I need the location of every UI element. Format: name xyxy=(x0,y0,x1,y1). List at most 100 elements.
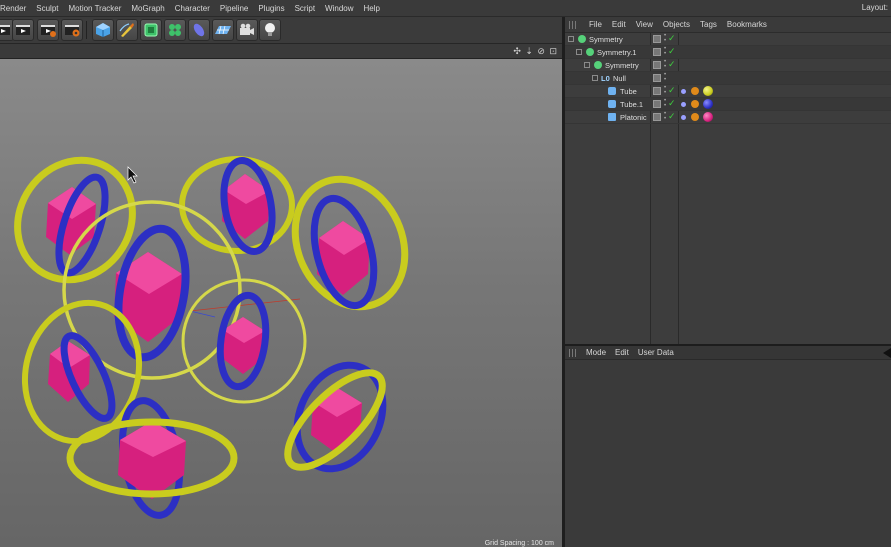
phong-tag-icon[interactable] xyxy=(691,87,699,95)
editor-render-dots-icon[interactable]: • • xyxy=(664,72,666,83)
phong-tag-icon[interactable] xyxy=(691,100,699,108)
symmetry-icon xyxy=(586,48,594,56)
tube-icon xyxy=(608,100,616,108)
panel-grip-icon[interactable] xyxy=(569,348,577,357)
menu-help[interactable]: Help xyxy=(359,4,385,13)
object-name[interactable]: Tube xyxy=(620,87,637,96)
tree-expand-icon[interactable] xyxy=(568,36,574,42)
menu-mograph[interactable]: MoGraph xyxy=(126,4,169,13)
camera-icon[interactable] xyxy=(236,19,258,41)
tree-expand-icon[interactable] xyxy=(592,75,598,81)
layer-visibility-icon[interactable] xyxy=(653,48,661,56)
texture-tag-icon[interactable] xyxy=(681,115,686,120)
material-tag-yellow-icon[interactable] xyxy=(703,86,713,96)
editor-render-dots-icon[interactable]: • • xyxy=(664,98,666,109)
object-manager-menubar: File Edit View Objects Tags Bookmarks xyxy=(565,17,891,33)
subdivision-surface-icon[interactable] xyxy=(140,19,162,41)
material-tag-magenta-icon[interactable] xyxy=(703,112,713,122)
layer-visibility-icon[interactable] xyxy=(653,100,661,108)
render-settings-icon[interactable] xyxy=(61,19,83,41)
enabled-check-icon[interactable]: ✓ xyxy=(668,98,676,109)
deformer-icon[interactable] xyxy=(188,19,210,41)
phong-tag-icon[interactable] xyxy=(691,113,699,121)
object-row-null[interactable]: L0 Null • • xyxy=(565,72,891,85)
editor-render-dots-icon[interactable]: • • xyxy=(664,59,666,70)
symmetry-clone-5[interactable] xyxy=(181,278,307,404)
layer-visibility-icon[interactable] xyxy=(653,61,661,69)
menu-sculpt[interactable]: Sculpt xyxy=(31,4,63,13)
editor-render-dots-icon[interactable]: • • xyxy=(664,33,666,44)
light-bulb-icon[interactable] xyxy=(259,19,281,41)
editor-render-dots-icon[interactable]: • • xyxy=(664,46,666,57)
cloner-icon[interactable] xyxy=(164,19,186,41)
history-back-arrow-icon[interactable] xyxy=(883,348,891,358)
object-row-tube-1[interactable]: Tube.1 • • ✓ xyxy=(565,98,891,111)
am-menu-mode[interactable]: Mode xyxy=(584,348,613,357)
symmetry-clone-3[interactable] xyxy=(275,161,425,325)
perspective-viewport[interactable]: Grid Spacing : 100 cm xyxy=(0,59,562,547)
enabled-check-icon[interactable]: ✓ xyxy=(668,33,676,44)
menu-pipeline[interactable]: Pipeline xyxy=(215,4,253,13)
texture-tag-icon[interactable] xyxy=(681,89,686,94)
symmetry-clone-8[interactable] xyxy=(273,351,399,483)
menu-motion-tracker[interactable]: Motion Tracker xyxy=(63,4,126,13)
om-menu-objects[interactable]: Objects xyxy=(659,20,696,29)
object-row-symmetry[interactable]: Symmetry • • ✓ xyxy=(565,33,891,46)
grid-spacing-label: Grid Spacing : 100 cm xyxy=(484,540,554,547)
render-view-icon[interactable] xyxy=(12,19,34,41)
menu-window[interactable]: Window xyxy=(320,4,358,13)
mouse-cursor-icon xyxy=(127,166,138,184)
attribute-manager: Mode Edit User Data xyxy=(565,346,891,547)
menu-character[interactable]: Character xyxy=(170,4,215,13)
null-icon: L0 xyxy=(601,74,610,83)
layer-visibility-icon[interactable] xyxy=(653,35,661,43)
render-picture-viewer-icon[interactable] xyxy=(37,19,59,41)
floor-grid-icon[interactable] xyxy=(212,19,234,41)
texture-tag-icon[interactable] xyxy=(681,102,686,107)
toolbar-separator xyxy=(86,21,87,39)
om-menu-view[interactable]: View xyxy=(632,20,659,29)
object-name[interactable]: Null xyxy=(613,74,626,83)
object-list: Symmetry • • ✓ Symmetry.1 • • ✓ Symmetry •… xyxy=(565,33,891,124)
material-tag-blue-icon[interactable] xyxy=(703,99,713,109)
layer-visibility-icon[interactable] xyxy=(653,113,661,121)
menu-render[interactable]: Render xyxy=(0,4,31,13)
am-menu-edit[interactable]: Edit xyxy=(613,348,636,357)
cube-icon[interactable] xyxy=(92,19,114,41)
editor-render-dots-icon[interactable]: • • xyxy=(664,85,666,96)
om-menu-tags[interactable]: Tags xyxy=(696,20,723,29)
layer-visibility-icon[interactable] xyxy=(653,87,661,95)
layout-selector[interactable]: Layout: xyxy=(862,3,888,12)
tube-icon xyxy=(608,87,616,95)
object-row-tube[interactable]: Tube • • ✓ xyxy=(565,85,891,98)
attribute-manager-menubar: Mode Edit User Data xyxy=(565,346,891,360)
enabled-check-icon[interactable]: ✓ xyxy=(668,111,676,122)
am-menu-user-data[interactable]: User Data xyxy=(636,348,681,357)
menu-plugins[interactable]: Plugins xyxy=(253,4,289,13)
om-menu-file[interactable]: File xyxy=(585,20,608,29)
object-row-symmetry-nested[interactable]: Symmetry • • ✓ xyxy=(565,59,891,72)
om-menu-edit[interactable]: Edit xyxy=(608,20,632,29)
editor-render-dots-icon[interactable]: • • xyxy=(664,111,666,122)
tree-expand-icon[interactable] xyxy=(576,49,582,55)
object-name[interactable]: Symmetry.1 xyxy=(597,48,636,57)
pen-spline-icon[interactable] xyxy=(116,19,138,41)
object-row-symmetry-1[interactable]: Symmetry.1 • • ✓ xyxy=(565,46,891,59)
menu-script[interactable]: Script xyxy=(290,4,320,13)
enabled-check-icon[interactable]: ✓ xyxy=(668,85,676,96)
main-menubar: Render Sculpt Motion Tracker MoGraph Cha… xyxy=(0,0,891,17)
viewport-navigation-icons[interactable]: ✣ ⇣ ⊘ ⊡ xyxy=(513,46,558,57)
om-menu-bookmarks[interactable]: Bookmarks xyxy=(723,20,773,29)
object-name[interactable]: Platonic xyxy=(620,113,647,122)
object-manager: File Edit View Objects Tags Bookmarks Sy… xyxy=(565,17,891,344)
tree-expand-icon[interactable] xyxy=(584,62,590,68)
enabled-check-icon[interactable]: ✓ xyxy=(668,46,676,57)
object-row-platonic[interactable]: Platonic • • ✓ xyxy=(565,111,891,124)
object-name[interactable]: Tube.1 xyxy=(620,100,643,109)
object-name[interactable]: Symmetry xyxy=(589,35,623,44)
panel-grip-icon[interactable] xyxy=(569,20,577,29)
layer-visibility-icon[interactable] xyxy=(653,74,661,82)
enabled-check-icon[interactable]: ✓ xyxy=(668,59,676,70)
object-name[interactable]: Symmetry xyxy=(605,61,639,70)
symmetry-clone-2[interactable] xyxy=(179,156,295,256)
